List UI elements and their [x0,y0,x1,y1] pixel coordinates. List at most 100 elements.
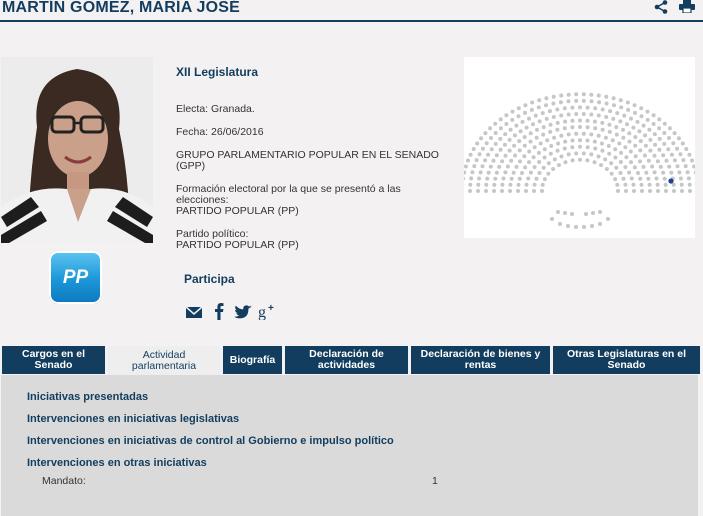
facebook-icon[interactable] [214,302,224,320]
seat [680,141,685,146]
seat [610,138,615,143]
seat [462,170,467,175]
seat [544,103,548,108]
seat [512,133,517,138]
seat [477,176,482,181]
seat [652,153,657,158]
seat [555,127,560,132]
seat [480,164,485,169]
seat [619,105,624,110]
seat [477,152,482,157]
seat [532,165,537,170]
seat [463,164,468,169]
seat [655,159,660,164]
seat [681,158,686,163]
seat [683,164,688,169]
seat [635,119,640,124]
seat [609,171,614,176]
tab-biografia[interactable]: Biografía [223,346,282,374]
seat [578,144,582,149]
seat [593,126,598,131]
seat [517,176,522,181]
header-divider [0,20,703,22]
seat [596,113,601,118]
seat [621,176,626,181]
google-plus-icon[interactable]: g + [258,302,276,320]
seat [531,155,536,160]
seat [581,112,586,116]
tab-otras-legislaturas[interactable]: Otras Legislaturas en el Senado [553,346,700,374]
seat [655,182,660,187]
seat [537,160,542,164]
seat [679,182,684,187]
seat [662,131,667,135]
seat [604,115,609,119]
seat [611,96,616,101]
seat [675,146,680,151]
seat [498,117,503,122]
tab-cargos[interactable]: Cargos en el Senado [2,346,105,374]
link-intervenciones-control[interactable]: Intervenciones en iniciativas de control… [27,435,394,447]
presidency-seat [591,211,595,215]
tab-declaracion-actividades[interactable]: Declaración de actividades [285,346,408,374]
seat [504,113,509,118]
seat [559,93,564,98]
mail-icon[interactable] [186,302,202,320]
link-intervenciones-otras[interactable]: Intervenciones en otras iniciativas [27,457,207,469]
seat [684,147,689,151]
seat [644,170,649,175]
seat [546,171,551,176]
seat [656,189,660,193]
seat [642,153,647,158]
seat [524,125,529,130]
seat [632,165,637,170]
seat [603,157,608,162]
print-icon[interactable] [679,0,695,13]
seat [613,147,618,152]
seat [639,182,644,187]
seat [692,164,697,169]
seat [503,132,508,137]
seat [627,170,632,175]
seat [641,123,646,128]
seat [607,151,612,156]
presidency-seat [556,210,560,214]
seat [638,159,642,164]
seat [523,165,528,170]
seat [563,160,568,165]
seat [516,106,521,111]
link-intervenciones-legislativas[interactable]: Intervenciones en iniciativas legislativ… [27,413,239,425]
seat [461,176,465,181]
seat [474,158,479,163]
seat [633,154,638,159]
seat [574,151,579,156]
seat [570,105,575,110]
seat [585,138,590,143]
svg-text:g: g [258,304,266,320]
seat [536,105,541,110]
presidency-seat [582,225,586,229]
seat [549,144,554,148]
seat [537,171,542,175]
share-icon[interactable] [654,0,668,14]
twitter-icon[interactable] [233,302,252,320]
link-iniciativas-presentadas[interactable]: Iniciativas presentadas [27,391,148,403]
seat [606,144,611,148]
seat [537,98,542,103]
seat [548,151,553,156]
tab-declaracion-bienes[interactable]: Declaración de bienes y rentas [411,346,550,374]
seat [534,176,539,181]
seat [671,182,676,187]
seat [613,177,618,182]
senate-hemicycle [460,57,700,238]
seat [600,107,605,112]
seat [623,165,628,170]
tab-actividad-parlamentaria[interactable]: Actividad parlamentaria [108,346,220,375]
seat [613,155,618,160]
seat [493,121,498,126]
seat [646,158,651,163]
seat [531,122,535,127]
seat [581,151,586,156]
seat [633,143,638,148]
seat [652,170,657,175]
